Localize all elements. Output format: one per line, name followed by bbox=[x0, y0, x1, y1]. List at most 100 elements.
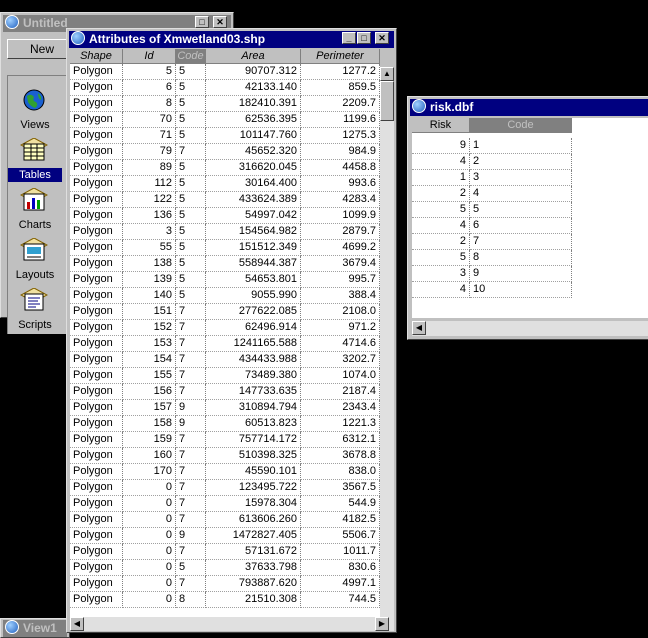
risk-table-cell[interactable]: 10 bbox=[470, 282, 572, 298]
table-cell[interactable]: 388.4 bbox=[301, 288, 380, 304]
table-cell[interactable]: 7 bbox=[176, 320, 206, 336]
risk-table-cell[interactable]: 4 bbox=[470, 186, 572, 202]
table-row[interactable]: Polygon 112 5 30164.400 993.6 bbox=[70, 176, 380, 192]
table-cell[interactable]: 1221.3 bbox=[301, 416, 380, 432]
table-cell[interactable]: 7 bbox=[176, 304, 206, 320]
table-cell[interactable]: Polygon bbox=[70, 64, 123, 80]
table-row[interactable]: Polygon 152 7 62496.914 971.2 bbox=[70, 320, 380, 336]
risk-table-cell[interactable]: 7 bbox=[470, 234, 572, 250]
table-row[interactable]: Polygon 140 5 9055.990 388.4 bbox=[70, 288, 380, 304]
table-row[interactable]: Polygon 155 7 73489.380 1074.0 bbox=[70, 368, 380, 384]
table-cell[interactable]: 310894.794 bbox=[206, 400, 301, 416]
table-cell[interactable]: 21510.308 bbox=[206, 592, 301, 608]
table-row[interactable]: Polygon 154 7 434433.988 3202.7 bbox=[70, 352, 380, 368]
table-cell[interactable]: Polygon bbox=[70, 432, 123, 448]
table-cell[interactable]: 139 bbox=[123, 272, 176, 288]
table-cell[interactable]: 1199.6 bbox=[301, 112, 380, 128]
table-cell[interactable]: 0 bbox=[123, 512, 176, 528]
risk-table-cell[interactable]: 9 bbox=[470, 266, 572, 282]
table-cell[interactable]: Polygon bbox=[70, 384, 123, 400]
table-cell[interactable]: 182410.391 bbox=[206, 96, 301, 112]
table-row[interactable]: Polygon 0 7 57131.672 1011.7 bbox=[70, 544, 380, 560]
table-cell[interactable]: 3202.7 bbox=[301, 352, 380, 368]
table-row[interactable]: Polygon 0 5 37633.798 830.6 bbox=[70, 560, 380, 576]
risk-table-row[interactable]: 42 bbox=[412, 154, 572, 170]
table-cell[interactable]: 7 bbox=[176, 352, 206, 368]
table-cell[interactable]: 9 bbox=[176, 400, 206, 416]
table-cell[interactable]: 3679.4 bbox=[301, 256, 380, 272]
table-cell[interactable]: 3567.5 bbox=[301, 480, 380, 496]
table-row[interactable]: Polygon 159 7 757714.172 6312.1 bbox=[70, 432, 380, 448]
table-cell[interactable]: 838.0 bbox=[301, 464, 380, 480]
table-cell[interactable]: 42133.140 bbox=[206, 80, 301, 96]
table-cell[interactable]: 70 bbox=[123, 112, 176, 128]
table-cell[interactable]: 9 bbox=[176, 416, 206, 432]
table-cell[interactable]: Polygon bbox=[70, 208, 123, 224]
table-cell[interactable]: 153 bbox=[123, 336, 176, 352]
risk-table-row[interactable]: 39 bbox=[412, 266, 572, 282]
table-cell[interactable]: Polygon bbox=[70, 256, 123, 272]
table-cell[interactable]: 7 bbox=[176, 368, 206, 384]
table-cell[interactable]: 6312.1 bbox=[301, 432, 380, 448]
table-cell[interactable]: 2879.7 bbox=[301, 224, 380, 240]
table-cell[interactable]: 15978.304 bbox=[206, 496, 301, 512]
table-cell[interactable]: 62536.395 bbox=[206, 112, 301, 128]
doc-type-views[interactable]: Views bbox=[8, 84, 62, 132]
table-cell[interactable]: 154564.982 bbox=[206, 224, 301, 240]
risk-table-cell[interactable]: 4 bbox=[412, 282, 470, 298]
table-row[interactable]: Polygon 55 5 151512.349 4699.2 bbox=[70, 240, 380, 256]
table-cell[interactable]: 55 bbox=[123, 240, 176, 256]
attributes-close-button[interactable]: ✕ bbox=[375, 32, 389, 44]
table-cell[interactable]: 5 bbox=[123, 64, 176, 80]
table-cell[interactable]: 993.6 bbox=[301, 176, 380, 192]
table-cell[interactable]: 995.7 bbox=[301, 272, 380, 288]
table-cell[interactable]: 5506.7 bbox=[301, 528, 380, 544]
table-cell[interactable]: Polygon bbox=[70, 272, 123, 288]
table-cell[interactable]: Polygon bbox=[70, 448, 123, 464]
table-cell[interactable]: 6 bbox=[123, 80, 176, 96]
table-cell[interactable]: 73489.380 bbox=[206, 368, 301, 384]
table-cell[interactable]: 156 bbox=[123, 384, 176, 400]
table-cell[interactable]: 0 bbox=[123, 496, 176, 512]
table-cell[interactable]: 0 bbox=[123, 592, 176, 608]
table-cell[interactable]: Polygon bbox=[70, 128, 123, 144]
col-header-id[interactable]: Id bbox=[123, 49, 176, 64]
table-cell[interactable]: 7 bbox=[176, 432, 206, 448]
risk-table-cell[interactable]: 6 bbox=[470, 218, 572, 234]
table-cell[interactable]: 9055.990 bbox=[206, 288, 301, 304]
table-cell[interactable]: 138 bbox=[123, 256, 176, 272]
table-cell[interactable]: 157 bbox=[123, 400, 176, 416]
table-cell[interactable]: 558944.387 bbox=[206, 256, 301, 272]
table-cell[interactable]: 7 bbox=[176, 448, 206, 464]
table-cell[interactable]: 45590.101 bbox=[206, 464, 301, 480]
table-cell[interactable]: 151 bbox=[123, 304, 176, 320]
table-cell[interactable]: 2187.4 bbox=[301, 384, 380, 400]
table-cell[interactable]: 60513.823 bbox=[206, 416, 301, 432]
table-cell[interactable]: 2209.7 bbox=[301, 96, 380, 112]
table-row[interactable]: Polygon 3 5 154564.982 2879.7 bbox=[70, 224, 380, 240]
col-header-code[interactable]: Code bbox=[176, 49, 206, 64]
table-cell[interactable]: 5 bbox=[176, 80, 206, 96]
table-cell[interactable]: 1277.2 bbox=[301, 64, 380, 80]
table-cell[interactable]: Polygon bbox=[70, 224, 123, 240]
table-cell[interactable]: 1099.9 bbox=[301, 208, 380, 224]
table-cell[interactable]: 7 bbox=[176, 384, 206, 400]
table-row[interactable]: Polygon 139 5 54653.801 995.7 bbox=[70, 272, 380, 288]
risk-table-cell[interactable]: 3 bbox=[412, 266, 470, 282]
table-cell[interactable]: 62496.914 bbox=[206, 320, 301, 336]
table-row[interactable]: Polygon 0 7 613606.260 4182.5 bbox=[70, 512, 380, 528]
table-cell[interactable]: 4997.1 bbox=[301, 576, 380, 592]
table-cell[interactable]: 4714.6 bbox=[301, 336, 380, 352]
view-window-titlebar[interactable]: View1 bbox=[3, 620, 67, 637]
doc-type-tables[interactable]: Tables bbox=[8, 134, 62, 182]
table-cell[interactable]: 0 bbox=[123, 480, 176, 496]
table-cell[interactable]: 1472827.405 bbox=[206, 528, 301, 544]
table-cell[interactable]: 0 bbox=[123, 528, 176, 544]
table-cell[interactable]: 5 bbox=[176, 240, 206, 256]
table-cell[interactable]: Polygon bbox=[70, 112, 123, 128]
scroll-left-button[interactable]: ◀ bbox=[412, 321, 426, 335]
table-cell[interactable]: Polygon bbox=[70, 368, 123, 384]
table-cell[interactable]: Polygon bbox=[70, 464, 123, 480]
table-cell[interactable]: 7 bbox=[176, 480, 206, 496]
table-cell[interactable]: 54997.042 bbox=[206, 208, 301, 224]
